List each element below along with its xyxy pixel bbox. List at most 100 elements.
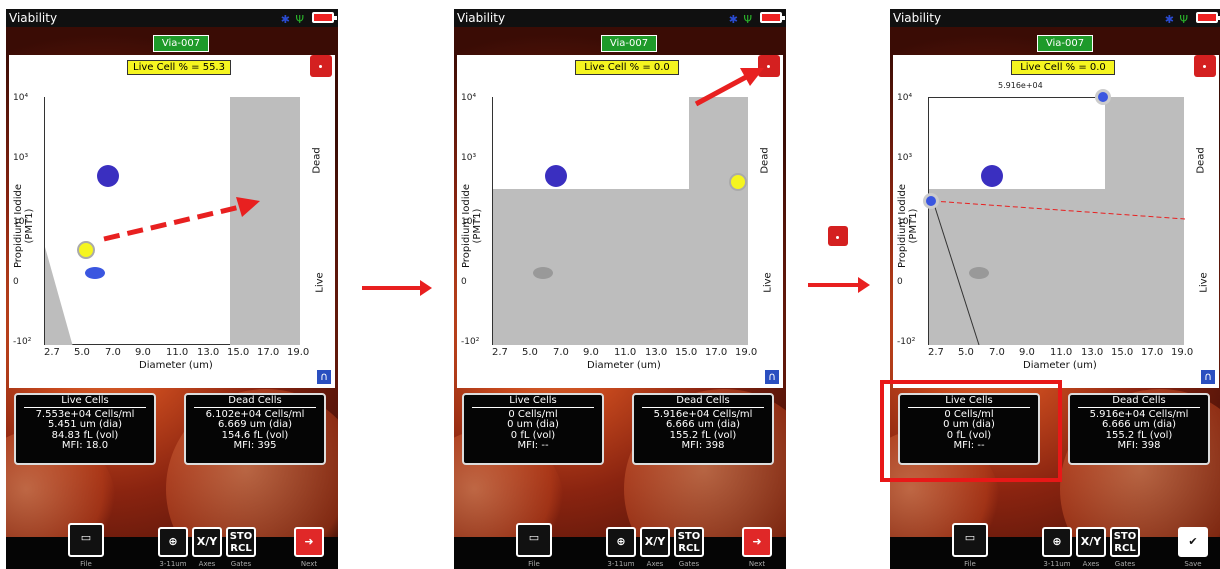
- gates-label: Gates: [230, 560, 252, 568]
- gate-vertex-handle[interactable]: [1095, 89, 1111, 105]
- next-label: Next: [300, 560, 318, 568]
- live-cell-cluster: [533, 267, 553, 279]
- sample-id-badge: Via-007: [153, 35, 209, 52]
- plot-area[interactable]: [923, 89, 1185, 345]
- bluetooth-icon: ✱: [728, 13, 738, 26]
- y-tick: 10⁴: [13, 93, 29, 103]
- live-cell-percent: Live Cell % = 55.3: [127, 60, 231, 75]
- y-tick: 10³: [13, 153, 29, 163]
- file-label: File: [528, 560, 540, 568]
- dead-mfi: MFI: 395: [233, 440, 277, 451]
- sample-id-badge: Via-007: [1037, 35, 1093, 52]
- zoom-button[interactable]: ⊕: [606, 527, 636, 557]
- store-text: STO: [1113, 531, 1137, 542]
- dead-mfi: MFI: 398: [681, 440, 725, 451]
- save-button[interactable]: ✔: [1178, 527, 1208, 557]
- sample-id-badge: Via-007: [601, 35, 657, 52]
- drag-arrow-dashed: [103, 197, 260, 242]
- x-tick: 7.0: [553, 347, 569, 358]
- screen-panel-3: Viability ✱ Ψ Via-007 Live Cell % = 0.0 …: [890, 9, 1220, 569]
- signal-icon: Ψ: [743, 13, 752, 26]
- battery-icon: [312, 12, 337, 23]
- save-label: Save: [1184, 560, 1202, 568]
- dead-region-label: Dead: [1195, 147, 1207, 174]
- status-bar: Viability ✱ Ψ: [890, 9, 1220, 27]
- recall-text: RCL: [678, 543, 700, 554]
- histogram-button[interactable]: ∩: [764, 369, 780, 385]
- y-tick: 10³: [461, 153, 477, 163]
- gate-handle[interactable]: [729, 173, 747, 191]
- live-cells-box: Live Cells 0 Cells/ml 0 um (dia) 0 fL (v…: [462, 393, 604, 465]
- gate-readout: 5.916e+04: [998, 81, 1043, 90]
- axes-button[interactable]: X/Y: [192, 527, 222, 557]
- status-bar: Viability ✱ Ψ: [6, 9, 338, 27]
- dead-mfi: MFI: 398: [1117, 440, 1161, 451]
- gate-mode-button[interactable]: [1194, 55, 1216, 77]
- gates-label: Gates: [678, 560, 700, 568]
- file-button[interactable]: ▭: [68, 523, 104, 557]
- live-cell-percent: Live Cell % = 0.0: [1011, 60, 1115, 75]
- scatter-plot[interactable]: Live Cell % = 0.0 Propidium Iodide (PMT1…: [893, 55, 1219, 388]
- gates-label: Gates: [1114, 560, 1136, 568]
- gate-handle[interactable]: [77, 241, 95, 259]
- highlight-box: [880, 380, 1062, 482]
- step-arrow-icon: [362, 280, 432, 296]
- live-cells-box: Live Cells 7.553e+04 Cells/ml 5.451 um (…: [14, 393, 156, 465]
- gate-vertex-handle[interactable]: [923, 193, 939, 209]
- step-arrow-icon: [808, 277, 870, 293]
- dead-cells-box: Dead Cells 6.102e+04 Cells/ml 6.669 um (…: [184, 393, 326, 465]
- store-recall-button[interactable]: STO RCL: [674, 527, 704, 557]
- gate-mode-icon: [828, 226, 848, 246]
- axes-button[interactable]: X/Y: [640, 527, 670, 557]
- dead-diameter: 6.669 um (dia): [217, 419, 293, 430]
- next-button[interactable]: ➜: [742, 527, 772, 557]
- x-tick: 11.0: [1050, 347, 1073, 358]
- y-tick: -10²: [897, 337, 916, 347]
- plot-area[interactable]: [492, 97, 748, 345]
- histogram-button[interactable]: ∩: [1200, 369, 1216, 385]
- y-tick: 10⁴: [897, 93, 913, 103]
- gate-lines: [932, 200, 1185, 345]
- x-tick: 17.0: [257, 347, 280, 358]
- live-cells-header: Live Cells: [24, 395, 146, 408]
- recall-text: RCL: [1114, 543, 1136, 554]
- y-tick: 0: [461, 277, 467, 287]
- x-tick: 2.7: [492, 347, 508, 358]
- store-text: STO: [229, 531, 253, 542]
- dead-diameter: 6.666 um (dia): [1101, 419, 1177, 430]
- signal-icon: Ψ: [295, 13, 304, 26]
- bluetooth-icon: ✱: [280, 13, 290, 26]
- axes-button[interactable]: X/Y: [1076, 527, 1106, 557]
- live-cell-cluster: [85, 267, 105, 279]
- x-tick: 19.0: [287, 347, 310, 358]
- screen-panel-1: Viability ✱ Ψ Via-007 Live Cell % = 55.3…: [6, 9, 338, 569]
- zoom-button[interactable]: ⊕: [158, 527, 188, 557]
- zoom-button[interactable]: ⊕: [1042, 527, 1072, 557]
- live-region-label: Live: [314, 272, 326, 293]
- next-button[interactable]: ➜: [294, 527, 324, 557]
- app-title: Viability: [893, 11, 942, 25]
- dead-cell-cluster: [97, 165, 119, 187]
- histogram-button[interactable]: ∩: [316, 369, 332, 385]
- store-text: STO: [677, 531, 701, 542]
- store-recall-button[interactable]: STO RCL: [1110, 527, 1140, 557]
- app-title: Viability: [457, 11, 506, 25]
- file-button[interactable]: ▭: [516, 523, 552, 557]
- signal-icon: Ψ: [1179, 13, 1188, 26]
- x-tick: 9.0: [583, 347, 599, 358]
- live-mfi: MFI: 18.0: [61, 440, 109, 451]
- x-tick: 19.0: [1171, 347, 1194, 358]
- file-button[interactable]: ▭: [952, 523, 988, 557]
- store-recall-button[interactable]: STO RCL: [226, 527, 256, 557]
- x-tick: 7.0: [989, 347, 1005, 358]
- dead-diameter: 6.666 um (dia): [665, 419, 741, 430]
- live-diameter: 0 um (dia): [507, 419, 559, 430]
- live-region-label: Live: [1198, 272, 1210, 293]
- live-region-label: Live: [762, 272, 774, 293]
- live-diameter: 5.451 um (dia): [47, 419, 123, 430]
- dead-gate-region: [493, 189, 748, 345]
- gate-mode-button[interactable]: [310, 55, 332, 77]
- x-tick: 9.0: [1019, 347, 1035, 358]
- live-mfi: MFI: --: [517, 440, 549, 451]
- status-bar: Viability ✱ Ψ: [454, 9, 786, 27]
